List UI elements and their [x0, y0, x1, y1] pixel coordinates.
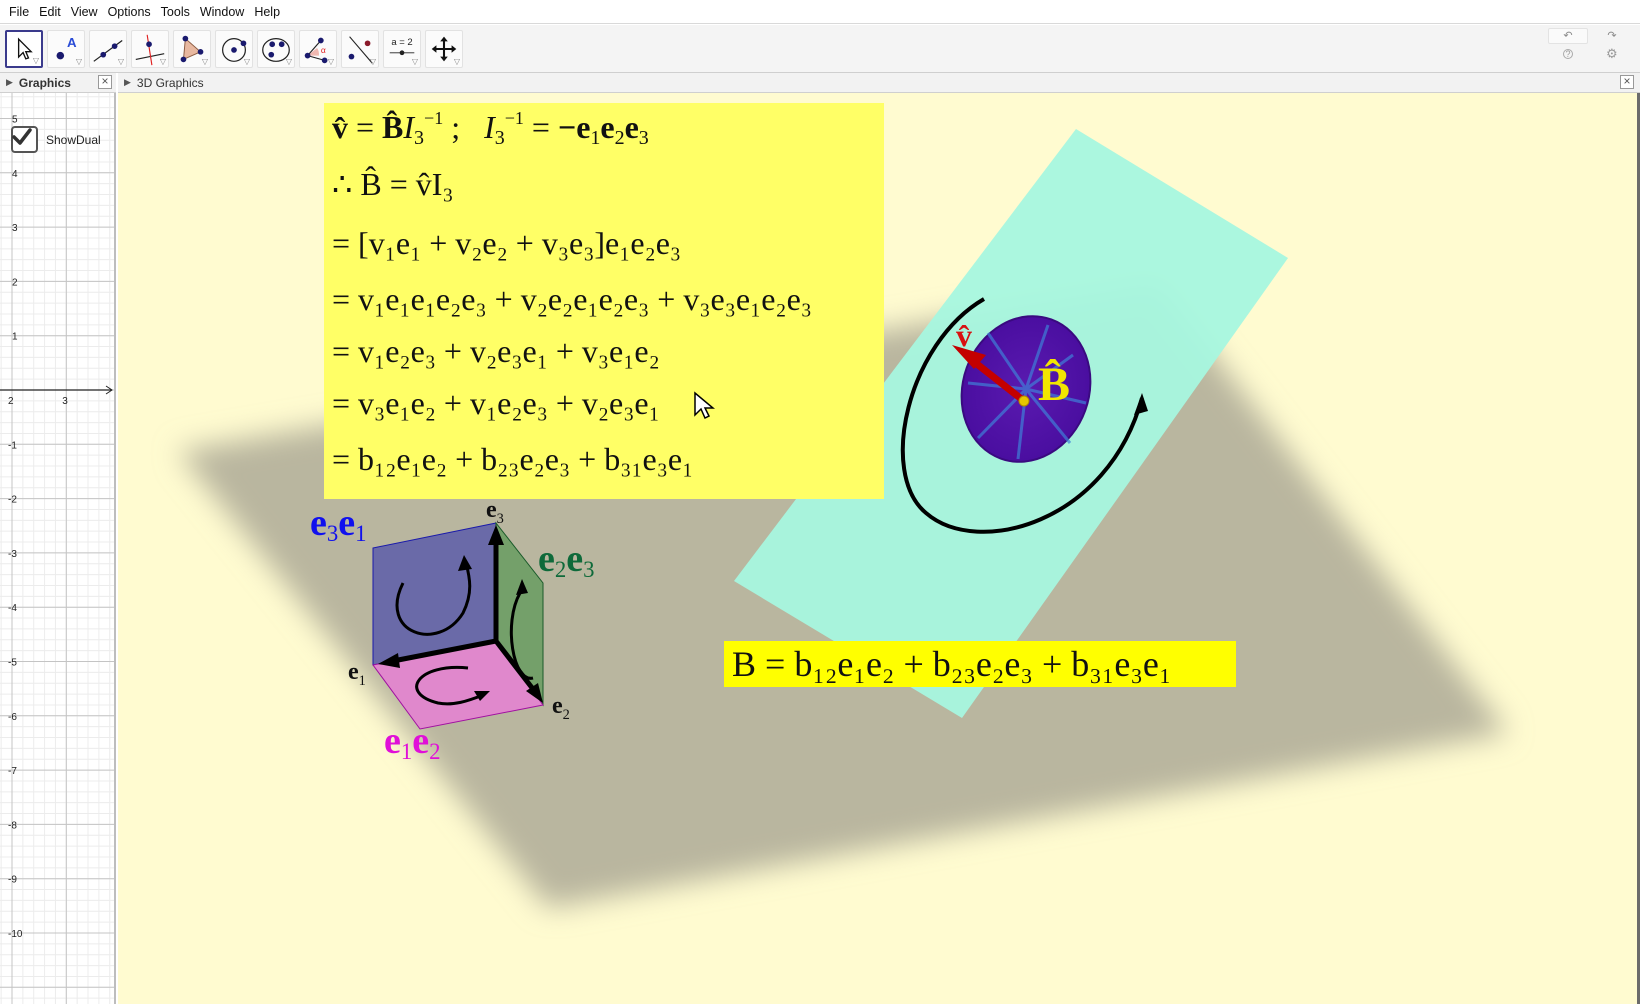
- angle-tool-button[interactable]: α ▽: [299, 30, 337, 68]
- circle-tool-button[interactable]: ▽: [215, 30, 253, 68]
- polygon-tool-button[interactable]: ▽: [173, 30, 211, 68]
- bivector-equation-text: B = b₁₂e₁e₂ + b₂₃e₂e₃ + b₃₁e₃e₁: [732, 644, 1172, 684]
- undo-button[interactable]: ↶: [1548, 28, 1588, 44]
- y-tick-label: -4: [8, 603, 17, 614]
- label-v-hat: v̂: [956, 317, 972, 353]
- graphics3d-panel-title: 3D Graphics: [136, 75, 204, 90]
- label-e3e1: e3e1: [310, 502, 367, 546]
- y-tick-label: -6: [8, 712, 17, 723]
- redo-button[interactable]: ↷: [1592, 28, 1632, 44]
- equation-line-3: = [v₁e₁ + v₂e₂ + v₃e₃]e₁e₂e₃: [332, 225, 682, 261]
- svg-text:A: A: [67, 35, 77, 50]
- close-graphics-panel-button[interactable]: ×: [98, 75, 112, 89]
- menu-file[interactable]: File: [4, 0, 34, 24]
- vector-origin-point: [1018, 395, 1030, 407]
- help-icon[interactable]: ?: [1563, 49, 1573, 59]
- label-e1e2: e1e2: [384, 720, 441, 764]
- checkmark-icon: [12, 128, 32, 145]
- y-tick-label: -3: [8, 549, 17, 560]
- equation-box[interactable]: v̂ = B̂I3−1 ; I3−1 = −e1e2e3 ∴ B̂ = v̂I₃…: [324, 103, 884, 499]
- label-e1: e1: [348, 659, 366, 689]
- y-tick-label: 4: [12, 169, 18, 180]
- y-tick-label: 2: [12, 277, 18, 288]
- label-B-hat: B̂: [1038, 358, 1071, 411]
- perpendicular-line-tool-button[interactable]: ▽: [131, 30, 169, 68]
- y-tick-label: -1: [8, 440, 17, 451]
- graphics-panel-title: Graphics: [18, 75, 71, 90]
- menu-options[interactable]: Options: [103, 0, 156, 24]
- graphics3d-panel-header: ▶ 3D Graphics ×: [118, 73, 1640, 93]
- move-tool-button[interactable]: ▽: [5, 30, 43, 68]
- basis-cube: [372, 521, 544, 730]
- menu-tools[interactable]: Tools: [156, 0, 195, 24]
- gear-icon[interactable]: ⚙: [1606, 46, 1618, 62]
- expand-arrow-icon[interactable]: ▶: [6, 77, 13, 88]
- equation-line-4: = v₁e₁e₁e₂e₃ + v₂e₂e₁e₂e₃ + v₃e₃e₁e₂e₃: [332, 281, 812, 317]
- label-e3: e3: [486, 497, 504, 527]
- conic-tool-button[interactable]: ▽: [257, 30, 295, 68]
- menu-view[interactable]: View: [66, 0, 103, 24]
- slider-icon-text: a = 2: [391, 37, 412, 48]
- equation-line-1: v̂ = B̂I3−1 ; I3−1 = −e1e2e3: [332, 108, 649, 149]
- graphics-panel-header: ▶ Graphics ×: [0, 73, 116, 93]
- y-tick-label: -10: [8, 929, 23, 940]
- y-tick-label: -7: [8, 766, 17, 777]
- equation-line-6: = v₃e₁e₂ + v₁e₂e₃ + v₂e₃e₁: [332, 385, 660, 421]
- line-tool-button[interactable]: ▽: [89, 30, 127, 68]
- reflect-tool-button[interactable]: ▽: [341, 30, 379, 68]
- y-tick-label: 5: [12, 115, 18, 126]
- y-tick-label: -2: [8, 495, 17, 506]
- label-e2e3: e2e3: [538, 538, 595, 582]
- mouse-cursor-icon: [694, 391, 715, 420]
- label-e2: e2: [552, 693, 570, 723]
- checkbox-box[interactable]: [11, 126, 38, 153]
- y-tick-label: -8: [8, 820, 17, 831]
- graphics-3d-view[interactable]: v̂ = B̂I3−1 ; I3−1 = −e1e2e3 ∴ B̂ = v̂I₃…: [118, 93, 1640, 1004]
- equation-line-5: = v₁e₂e₃ + v₂e₃e₁ + v₃e₁e₂: [332, 333, 660, 369]
- y-tick-label: -5: [8, 658, 17, 669]
- graphics-2d-view[interactable]: 2 3 5 4 3 2 1 -1 -2 -3 -4 -5 -6 -7 -8 -9 -10 ShowDual: [0, 93, 116, 1004]
- menu-help[interactable]: Help: [249, 0, 285, 24]
- redo-icon: ↷: [1607, 30, 1617, 42]
- svg-text:α: α: [321, 45, 326, 55]
- equation-line-2: ∴ B̂ = v̂I₃: [332, 166, 454, 202]
- show-dual-label: ShowDual: [46, 132, 101, 147]
- menu-window[interactable]: Window: [195, 0, 249, 24]
- point-tool-button[interactable]: A ▽: [47, 30, 85, 68]
- close-graphics3d-panel-button[interactable]: ×: [1620, 75, 1634, 89]
- x-tick-label: 3: [62, 396, 68, 407]
- y-tick-label: 1: [12, 332, 18, 343]
- grid-2d: 2 3 5 4 3 2 1 -1 -2 -3 -4 -5 -6 -7 -8 -9 -10: [0, 93, 114, 1004]
- expand-arrow-icon[interactable]: ▶: [124, 77, 131, 88]
- y-tick-label: 3: [12, 223, 18, 234]
- equation-line-7: = b₁₂e₁e₂ + b₂₃e₂e₃ + b₃₁e₃e₁: [332, 441, 694, 477]
- slider-tool-button[interactable]: a = 2 ▽: [383, 30, 421, 68]
- bivector-equation-box[interactable]: B = b₁₂e₁e₂ + b₂₃e₂e₃ + b₃₁e₃e₁: [724, 641, 1236, 687]
- menu-edit[interactable]: Edit: [34, 0, 66, 24]
- menu-bar: File Edit View Options Tools Window Help: [0, 0, 1640, 24]
- y-tick-label: -9: [8, 875, 17, 886]
- move-graphics-view-tool-button[interactable]: ▽: [425, 30, 463, 68]
- x-tick-label: 2: [8, 396, 14, 407]
- show-dual-checkbox[interactable]: ShowDual: [11, 126, 101, 153]
- geogebra-window: File Edit View Options Tools Window Help…: [0, 0, 1640, 1004]
- toolbar: ▽ A ▽ ▽ ▽ ▽ ▽ ▽ α ▽ ▽ a = 2 ▽ ▽ ↶ ↷ ? ⚙: [0, 25, 1640, 73]
- undo-icon: ↶: [1563, 30, 1573, 42]
